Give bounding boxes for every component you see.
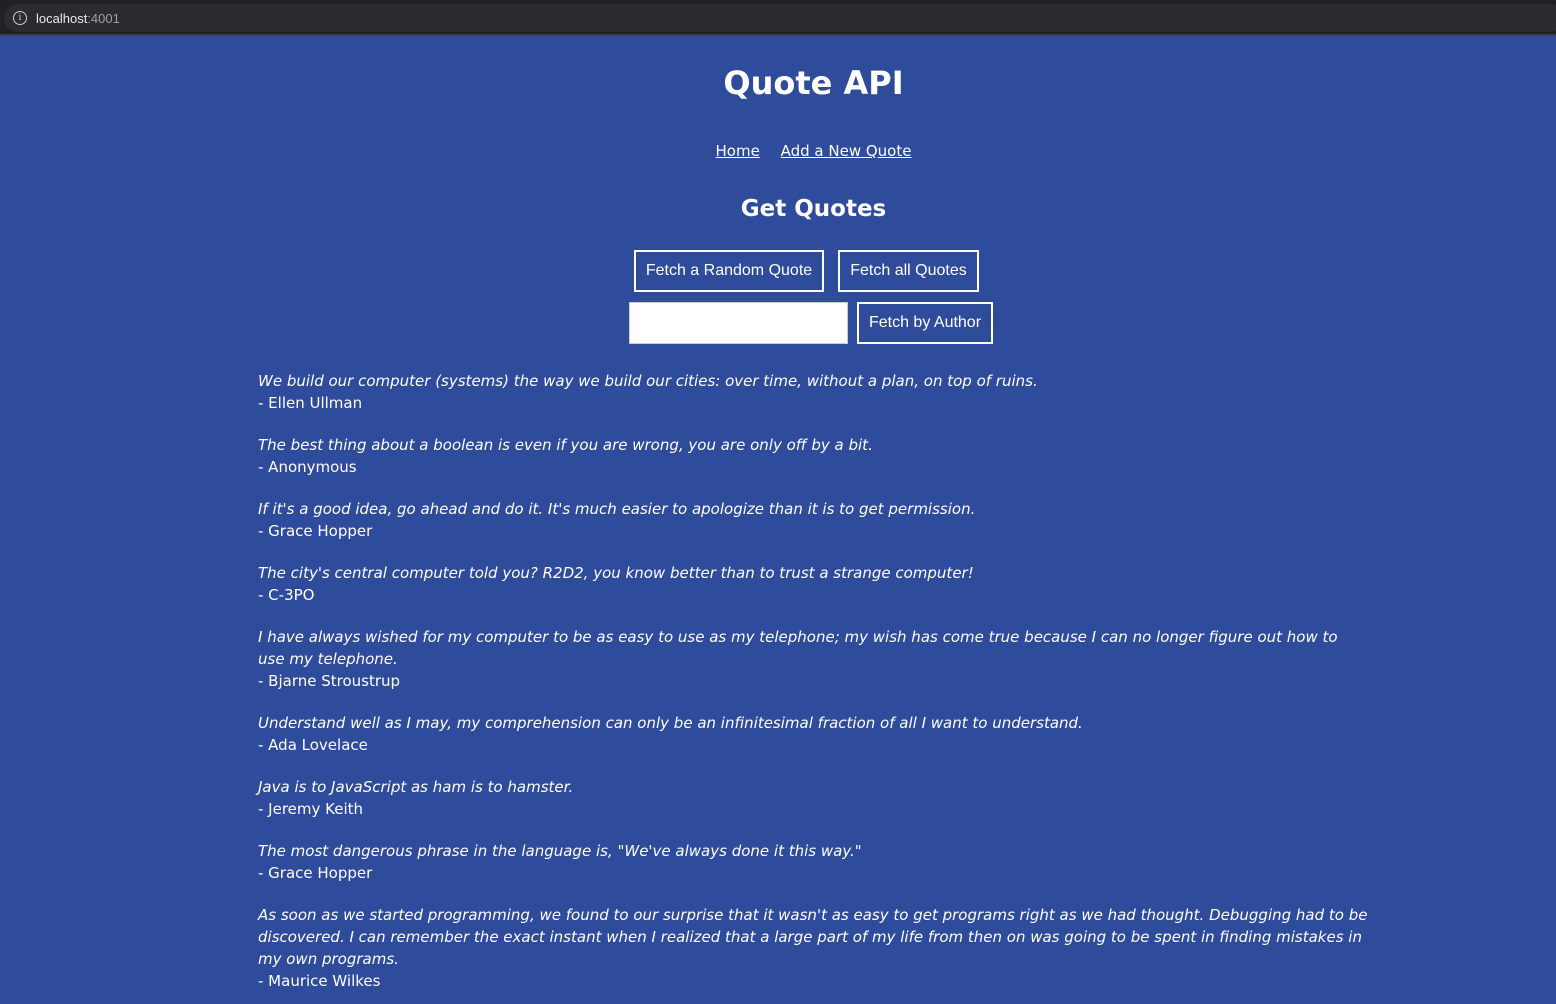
quote-item: As soon as we started programming, we fo… — [258, 904, 1368, 992]
quote-text: The most dangerous phrase in the languag… — [258, 842, 862, 860]
fetch-random-button[interactable]: Fetch a Random Quote — [634, 250, 824, 292]
get-quotes-heading: Get Quotes — [740, 196, 887, 222]
quote-item: Understand well as I may, my comprehensi… — [258, 712, 1368, 756]
quote-item: Java is to JavaScript as ham is to hamst… — [258, 776, 1368, 820]
quote-text: If it's a good idea, go ahead and do it.… — [258, 500, 976, 518]
page-content: Quote API Home Add a New Quote Get Quote… — [0, 36, 1556, 1004]
quote-author: - Ellen Ullman — [258, 394, 363, 412]
quote-author: - Grace Hopper — [258, 522, 373, 540]
quote-author: - Anonymous — [258, 458, 357, 476]
address-bar[interactable]: i localhost:4001 — [4, 4, 1556, 32]
quote-author: - Ada Lovelace — [258, 736, 368, 754]
quote-author: - Maurice Wilkes — [258, 972, 381, 990]
browser-toolbar: i localhost:4001 — [0, 0, 1556, 36]
quote-list: We build our computer (systems) the way … — [258, 370, 1368, 1004]
quote-text: Java is to JavaScript as ham is to hamst… — [258, 778, 574, 796]
fetch-all-button[interactable]: Fetch all Quotes — [838, 250, 979, 292]
author-input[interactable] — [629, 302, 848, 344]
quote-item: The best thing about a boolean is even i… — [258, 434, 1368, 478]
quote-text: We build our computer (systems) the way … — [258, 372, 1038, 390]
quote-text: Understand well as I may, my comprehensi… — [258, 714, 1083, 732]
quote-author: - Jeremy Keith — [258, 800, 364, 818]
quote-text: The best thing about a boolean is even i… — [258, 436, 873, 454]
quote-item: The city's central computer told you? R2… — [258, 562, 1368, 606]
url-text: localhost:4001 — [36, 11, 120, 26]
quote-text: The city's central computer told you? R2… — [258, 564, 974, 582]
site-title: Quote API — [723, 64, 904, 102]
fetch-by-author-button[interactable]: Fetch by Author — [857, 302, 993, 344]
quote-author: - Grace Hopper — [258, 864, 373, 882]
url-host: localhost — [36, 10, 88, 26]
quote-author: - C-3PO — [258, 586, 315, 604]
info-icon[interactable]: i — [13, 11, 27, 25]
quote-item: We build our computer (systems) the way … — [258, 370, 1368, 414]
nav-home-link[interactable]: Home — [716, 142, 760, 160]
quote-text: As soon as we started programming, we fo… — [258, 906, 1368, 968]
main-nav: Home Add a New Quote — [0, 142, 1556, 160]
quote-text: I have always wished for my computer to … — [258, 628, 1338, 668]
quote-item: The most dangerous phrase in the languag… — [258, 840, 1368, 884]
quote-item: If it's a good idea, go ahead and do it.… — [258, 498, 1368, 542]
url-port: :4001 — [87, 10, 120, 26]
quote-item: I have always wished for my computer to … — [258, 626, 1368, 692]
nav-add-quote-link[interactable]: Add a New Quote — [781, 142, 912, 160]
quote-author: - Bjarne Stroustrup — [258, 672, 401, 690]
